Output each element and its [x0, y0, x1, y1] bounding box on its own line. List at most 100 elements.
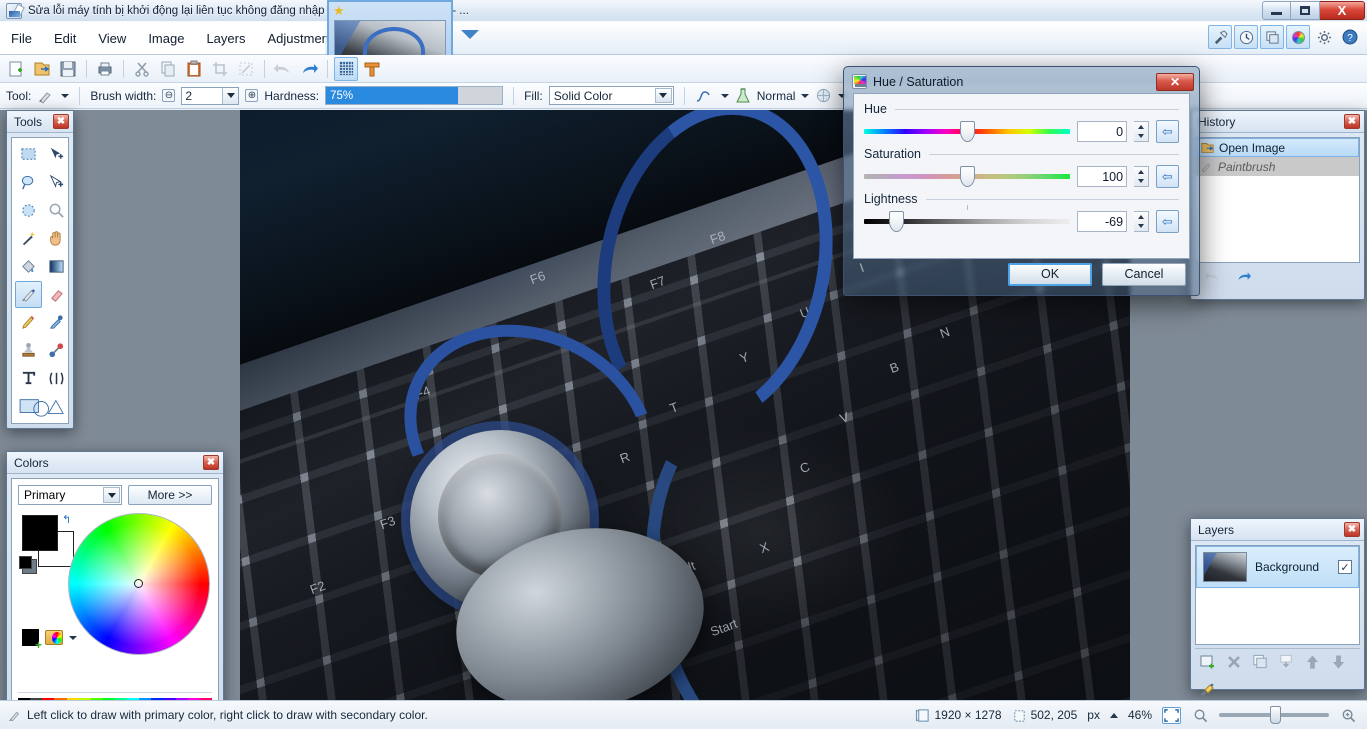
brush-width-decrease-button[interactable]: ⊖	[162, 89, 176, 102]
layers-panel-header[interactable]: Layers ✖	[1191, 519, 1364, 541]
history-panel-close-button[interactable]: ✖	[1344, 114, 1360, 129]
rectangle-select-tool[interactable]	[15, 141, 42, 168]
hardness-slider[interactable]: 75%	[325, 86, 504, 105]
zoom-level-value[interactable]: 46%	[1128, 708, 1152, 722]
minimize-button[interactable]	[1262, 1, 1291, 20]
saturation-slider[interactable]	[864, 165, 1070, 187]
help-button[interactable]: ?	[1338, 25, 1362, 49]
tool-dropdown-chevron-down-icon[interactable]	[61, 93, 70, 98]
add-new-layer-button[interactable]	[1199, 653, 1217, 671]
saturation-value-input[interactable]: 100	[1076, 166, 1128, 187]
dialog-close-button[interactable]: ✕	[1156, 72, 1194, 91]
spinner-up-icon[interactable]	[1137, 169, 1144, 174]
spinner-down-icon[interactable]	[1137, 179, 1144, 184]
close-button[interactable]: X	[1320, 1, 1365, 20]
cancel-button[interactable]: Cancel	[1102, 262, 1186, 286]
antialiasing-icon[interactable]	[815, 87, 832, 104]
magic-wand-tool[interactable]	[15, 225, 42, 252]
ellipse-select-tool[interactable]	[15, 197, 42, 224]
curve-dropdown-chevron-down-icon[interactable]	[720, 93, 729, 98]
colors-panel-header[interactable]: Colors ✖	[7, 452, 223, 474]
menu-item-view[interactable]: View	[87, 22, 137, 54]
history-item-open-image[interactable]: Open Image	[1196, 138, 1359, 157]
copy-button[interactable]	[156, 57, 180, 81]
paintbrush-icon[interactable]	[37, 88, 55, 104]
print-button[interactable]	[93, 57, 117, 81]
blend-mode-value[interactable]: Normal	[757, 89, 796, 103]
clone-stamp-tool[interactable]	[15, 337, 42, 364]
lightness-spinner[interactable]	[1134, 211, 1149, 232]
palette-chevron-down-icon[interactable]	[69, 635, 77, 640]
color-mode-dropdown-button[interactable]	[103, 487, 120, 503]
paintbrush-tool[interactable]	[15, 281, 42, 308]
color-wheel-cursor[interactable]	[134, 579, 143, 588]
line-curve-tool[interactable]	[43, 365, 70, 392]
pencil-tool[interactable]	[15, 309, 42, 336]
layer-list[interactable]: Background ✓	[1195, 545, 1360, 645]
hue-value-input[interactable]: 0	[1076, 121, 1128, 142]
curve-icon[interactable]	[695, 88, 715, 104]
merge-layer-down-button[interactable]	[1277, 653, 1295, 671]
zoom-in-button[interactable]	[1339, 706, 1357, 724]
layers-window-button[interactable]	[1260, 25, 1284, 49]
duplicate-layer-button[interactable]	[1251, 653, 1269, 671]
hue-spinner[interactable]	[1134, 121, 1149, 142]
history-window-button[interactable]	[1234, 25, 1258, 49]
hue-slider-thumb[interactable]	[959, 120, 975, 142]
fit-to-window-button[interactable]	[1162, 706, 1181, 724]
brush-width-dropdown-button[interactable]	[222, 87, 239, 104]
lightness-reset-button[interactable]: ⇦	[1155, 210, 1179, 233]
history-item-paintbrush[interactable]: Paintbrush	[1196, 157, 1359, 176]
move-selected-tool[interactable]	[43, 141, 70, 168]
units-chevron-up-icon[interactable]	[1109, 712, 1118, 718]
rulers-button[interactable]	[360, 57, 384, 81]
layer-properties-button[interactable]	[1199, 679, 1217, 697]
fill-select[interactable]: Solid Color	[548, 86, 674, 105]
history-redo-icon[interactable]	[1234, 269, 1253, 284]
menu-item-image[interactable]: Image	[137, 22, 195, 54]
gradient-tool[interactable]	[43, 253, 70, 280]
lightness-slider-thumb[interactable]	[888, 210, 904, 232]
fill-dropdown-button[interactable]	[654, 88, 672, 103]
layer-visibility-checkbox[interactable]: ✓	[1338, 560, 1352, 574]
menu-item-layers[interactable]: Layers	[195, 22, 256, 54]
paste-button[interactable]	[182, 57, 206, 81]
more-colors-button[interactable]: More >>	[128, 485, 212, 505]
spinner-down-icon[interactable]	[1137, 224, 1144, 229]
lasso-select-tool[interactable]	[15, 169, 42, 196]
tools-window-button[interactable]	[1208, 25, 1232, 49]
ok-button[interactable]: OK	[1008, 262, 1092, 286]
pixel-grid-button[interactable]	[334, 56, 358, 81]
menu-item-file[interactable]: File	[0, 22, 43, 54]
spinner-up-icon[interactable]	[1137, 214, 1144, 219]
paint-bucket-tool[interactable]	[15, 253, 42, 280]
zoom-tool[interactable]	[43, 197, 70, 224]
history-list[interactable]: Open Image Paintbrush	[1195, 137, 1360, 263]
text-tool[interactable]	[15, 365, 42, 392]
move-layer-down-button[interactable]	[1329, 653, 1347, 671]
pan-tool[interactable]	[43, 225, 70, 252]
zoom-out-button[interactable]	[1191, 706, 1209, 724]
layer-row-background[interactable]: Background ✓	[1196, 546, 1359, 588]
brush-width-increase-button[interactable]: ⊕	[245, 89, 259, 102]
delete-layer-button[interactable]	[1225, 653, 1243, 671]
save-image-button[interactable]	[56, 57, 80, 81]
spinner-up-icon[interactable]	[1137, 124, 1144, 129]
hue-reset-button[interactable]: ⇦	[1155, 120, 1179, 143]
open-image-button[interactable]	[30, 57, 54, 81]
blend-mode-chevron-down-icon[interactable]	[801, 93, 810, 98]
primary-color-swatch[interactable]	[22, 515, 58, 551]
maximize-button[interactable]	[1291, 1, 1320, 20]
colors-panel-close-button[interactable]: ✖	[203, 455, 219, 470]
spinner-down-icon[interactable]	[1137, 134, 1144, 139]
color-mode-select[interactable]: Primary	[18, 485, 122, 505]
eraser-tool[interactable]	[43, 281, 70, 308]
deselect-all-button[interactable]	[234, 57, 258, 81]
units-value[interactable]: px	[1087, 708, 1100, 722]
swap-colors-icon[interactable]: ↰	[62, 513, 71, 526]
menu-item-edit[interactable]: Edit	[43, 22, 87, 54]
layers-panel-close-button[interactable]: ✖	[1344, 522, 1360, 537]
saturation-slider-thumb[interactable]	[959, 165, 975, 187]
add-color-to-palette-button[interactable]	[22, 629, 42, 652]
recolor-tool[interactable]	[43, 337, 70, 364]
